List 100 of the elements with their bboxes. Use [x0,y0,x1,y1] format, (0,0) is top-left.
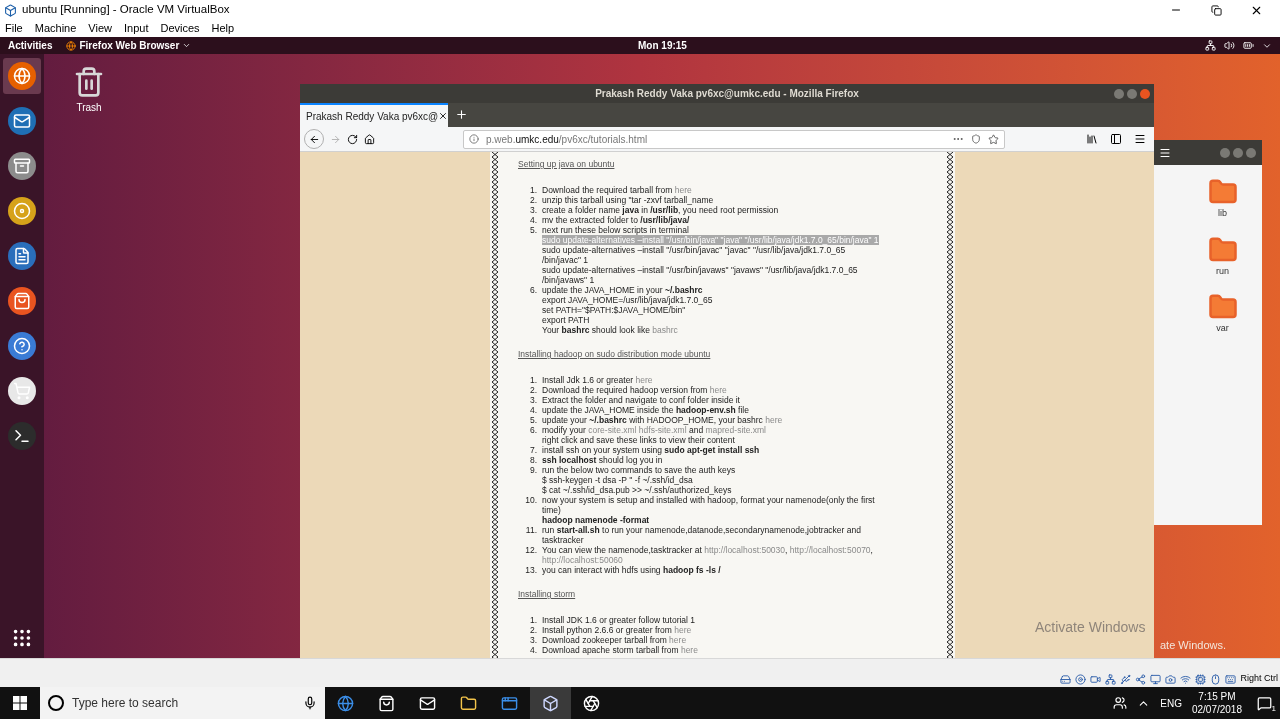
list-line: Your bashrc should look like bashrc [542,325,678,335]
cart-icon [13,382,31,400]
list-line: You can view the namenode,tasktracker at http://localhost:50030, http://localhost:50070, [542,545,873,555]
browser-tab[interactable]: Prakash Reddy Vaka pv6xc@ [300,103,448,127]
notification-icon[interactable] [1256,695,1272,711]
list-number: 10. [524,495,538,507]
list-number: 13. [524,565,538,575]
menu-item[interactable]: View [88,20,112,37]
display-icon[interactable] [1150,674,1162,685]
globe-icon [337,694,354,712]
list-line: modify your core-site.xml hdfs-site.xml and mapred-site.xml [542,425,766,435]
close-button[interactable] [1246,147,1256,158]
maximize-button[interactable] [1233,147,1243,158]
url-field[interactable]: p.web.umkc.edu/pv6xc/tutorials.html [463,129,1005,149]
list-number: 5. [528,225,538,237]
folder-label: var [1216,322,1229,335]
dock-launcher[interactable] [3,58,41,94]
usb-icon[interactable] [1120,674,1132,685]
notification-count: 1 [1271,704,1276,713]
camera-icon[interactable] [1165,674,1177,685]
list-number: 12. [524,545,538,557]
list-line: update your ~/.bashrc with HADOOP_HOME, your bashrc here [542,415,783,425]
list-line: unzip this tarball using "tar -zxvf tarball_name [542,195,714,205]
list-number: 4. [528,405,538,415]
windows-logo-icon [13,696,27,710]
shield-icon[interactable] [971,134,981,144]
list-number: 1. [528,615,538,625]
battery-icon[interactable] [1243,40,1254,51]
desktop-icon-label: Trash [76,101,102,115]
globe-icon [66,40,77,51]
list-line: /bin/javac" 1 [542,255,588,265]
menu-item[interactable]: Machine [34,20,77,37]
list-line: time) [542,505,561,515]
people-icon[interactable] [1113,696,1128,710]
section-heading[interactable]: Setting up java on ubuntu [518,159,615,169]
sidebar-icon[interactable] [1110,133,1122,145]
section-heading[interactable]: Installing hadoop on sudo distribution mode ubuntu [518,349,711,359]
star-icon[interactable] [988,133,999,145]
globe-icon [13,67,31,85]
list-number: 2. [528,195,538,205]
search-field[interactable]: Type here to search [40,687,325,719]
folder-label: run [1216,264,1229,278]
list-line: update the JAVA_HOME in your ~/.bashrc [542,285,703,295]
app-logo-icon [4,3,17,17]
trash-icon[interactable] [73,66,105,98]
menu-item[interactable]: Help [211,20,235,37]
minimize-button[interactable] [1220,147,1230,158]
list-number: 2. [528,625,538,635]
menu-icon[interactable] [1159,146,1171,159]
close-icon[interactable] [438,111,449,121]
minimize-button[interactable] [1114,88,1124,99]
language-indicator[interactable]: ENG [1160,695,1182,711]
menu-icon[interactable] [1134,133,1146,145]
search-input[interactable]: Type here to search [72,694,295,712]
restore-icon [1210,4,1222,16]
link[interactable]: mapred-site.xml [705,425,766,435]
wifi-icon[interactable] [1180,674,1192,685]
menu-item[interactable]: File [5,20,23,37]
activities-button[interactable]: Activities [8,38,53,53]
list-line: Install JDK 1.6 or greater follow tutorial 1 [542,615,696,625]
home-icon[interactable] [364,133,375,145]
cpu-icon[interactable] [1195,674,1207,685]
list-number: 5. [528,415,538,425]
list-line: /bin/javaws" 1 [542,275,595,285]
new-tab-icon[interactable] [455,108,468,121]
link[interactable]: here [635,375,653,385]
app-menu[interactable]: Firefox Web Browser [66,38,192,53]
maximize-button[interactable] [1127,88,1137,99]
list-line: run start-all.sh to run your namenode,datanode,secondarynamenode,jobtracker and [542,525,861,535]
list-line: Install Jdk 1.6 or greater here [542,375,653,385]
list-line: hadoop namenode -format [542,515,650,525]
shared-folder-icon[interactable] [1135,674,1147,685]
list-line: run the below two commands to save the auth keys [542,465,736,475]
reload-icon[interactable] [347,133,358,145]
terminal-icon [13,427,31,445]
list-number: 1. [528,185,538,195]
list-number: 9. [528,465,538,477]
close-button[interactable] [1140,88,1150,99]
clock[interactable]: 7:15 PM 02/07/2018 [1191,690,1242,716]
folder-label: lib [1218,207,1227,220]
library-icon[interactable] [1086,133,1098,145]
list-number: 4. [528,645,538,655]
video-icon[interactable] [1090,674,1102,685]
list-number: 6. [528,285,538,297]
taskbar-app[interactable] [530,687,571,719]
menu-item[interactable]: Devices [160,20,200,37]
mouse-icon[interactable] [1210,674,1222,685]
activation-notice: ate Windows. [1160,638,1227,652]
clock[interactable]: Mon 19:15 [638,38,687,53]
list-line: you can interact with hdfs using hadoop fs -ls / [542,565,721,575]
menu-item[interactable]: Input [123,20,149,37]
volume-icon[interactable] [1224,40,1235,51]
keyboard-icon[interactable] [1225,674,1237,685]
back-icon [308,133,320,145]
optical-disc-icon[interactable] [1075,674,1087,685]
list-number: 8. [528,455,538,465]
microphone-icon[interactable] [303,696,317,710]
network-icon[interactable] [1205,40,1216,51]
window-title: ubuntu [Running] - Oracle VM VirtualBox [22,2,230,18]
section-heading[interactable]: Installing storm [518,589,576,599]
